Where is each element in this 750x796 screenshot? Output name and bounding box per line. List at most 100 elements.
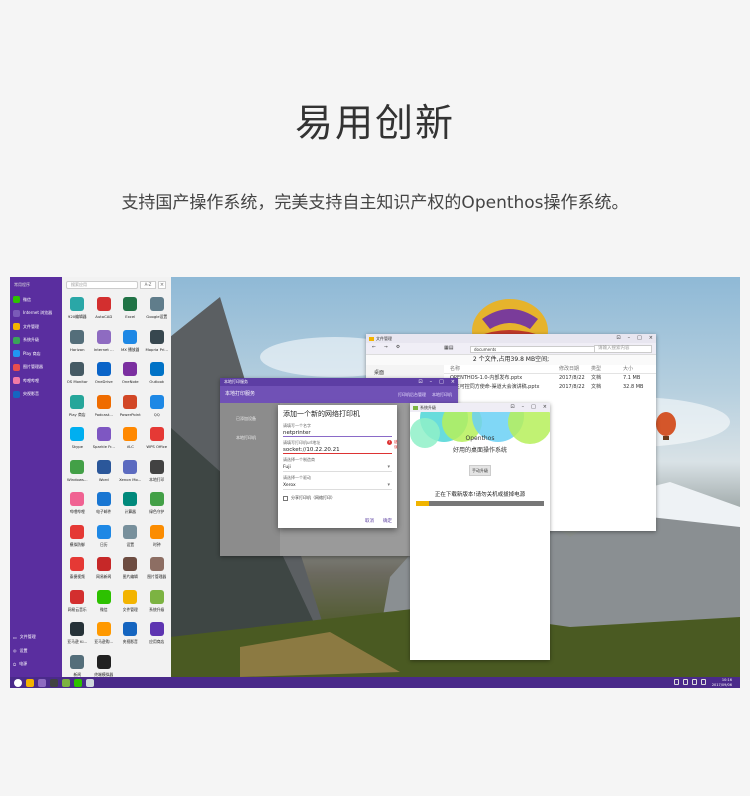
print-service-titlebar[interactable]: 本地打印服务 ⊡ – □ × xyxy=(220,378,458,386)
upgrade-taskbar-icon[interactable] xyxy=(62,678,70,687)
app-tile[interactable]: Excel xyxy=(117,295,144,328)
app-tile[interactable]: Outlook xyxy=(144,360,171,393)
column-size[interactable]: 大小 xyxy=(623,365,653,373)
app-tile[interactable]: QQ xyxy=(144,393,171,426)
app-tile[interactable]: 日历 xyxy=(91,523,118,556)
app-tile[interactable]: Horizon xyxy=(64,328,91,361)
sidebar-item[interactable]: 央视影音 xyxy=(10,388,62,402)
app-tile[interactable]: 电子邮件 xyxy=(91,490,118,523)
app-tile[interactable]: 绿色守护 xyxy=(144,490,171,523)
upgrade-titlebar[interactable]: 系统升级 ⊡ – □ × xyxy=(410,403,550,412)
sidebar-item[interactable]: 系统升级 xyxy=(10,334,62,348)
manual-upgrade-button[interactable]: 手动升级 xyxy=(469,465,491,476)
volume-icon[interactable] xyxy=(683,679,688,685)
maximize-button[interactable]: □ xyxy=(637,334,642,343)
column-date[interactable]: 修改日期 xyxy=(559,365,591,373)
back-icon[interactable]: ← xyxy=(372,345,376,350)
app-tile[interactable]: Sparkle Fr... xyxy=(91,425,118,458)
file-manager-titlebar[interactable]: 文件管理 ⊡ – □ × xyxy=(366,334,656,343)
app-tile[interactable]: 网易新闻 xyxy=(91,555,118,588)
app-tile[interactable]: 920编辑器 xyxy=(64,295,91,328)
app-tile[interactable]: 设置 xyxy=(117,523,144,556)
app-tile[interactable]: 计算器 xyxy=(117,490,144,523)
ok-button[interactable]: 确定 xyxy=(383,518,392,524)
app-tile[interactable]: 模拟防御 xyxy=(64,523,91,556)
app-tile[interactable]: MX 播放器 xyxy=(117,328,144,361)
app-tile[interactable]: Play 商店 xyxy=(64,393,91,426)
app-tile[interactable]: 亚马逊购... xyxy=(91,620,118,653)
sidebar-bottom-item[interactable]: ◎ 设置 xyxy=(10,644,62,658)
printer-taskbar-icon[interactable] xyxy=(50,678,58,687)
app-tile[interactable]: 网易云音乐 xyxy=(64,588,91,621)
terminal-taskbar-icon[interactable] xyxy=(86,678,94,687)
app-tile[interactable]: 央视影音 xyxy=(117,620,144,653)
app-tile[interactable]: VLC xyxy=(117,425,144,458)
printer-admin-link[interactable]: 打印机后台管理 xyxy=(398,386,426,403)
notification-icon[interactable] xyxy=(701,679,706,685)
start-menu-icon[interactable] xyxy=(14,678,22,687)
file-manager-taskbar-icon[interactable] xyxy=(26,678,34,687)
sidebar-item[interactable]: 文件管理 xyxy=(10,320,62,334)
app-tile[interactable]: Internet ... xyxy=(91,328,118,361)
pin-icon[interactable]: ⊡ xyxy=(616,334,620,343)
printer-name-field[interactable]: netprinter xyxy=(283,429,392,437)
app-tile[interactable]: 图片管理器 xyxy=(144,555,171,588)
minimize-button[interactable]: – xyxy=(522,403,525,412)
minimize-button[interactable]: – xyxy=(430,378,433,386)
printer-url-field[interactable]: socket://10.22.20.21 xyxy=(283,446,392,454)
local-printer-link[interactable]: 本地打印机 xyxy=(432,386,452,403)
app-tile[interactable]: AutoCAD xyxy=(91,295,118,328)
sidebar-item[interactable]: 微信 xyxy=(10,293,62,307)
browser-taskbar-icon[interactable] xyxy=(38,678,46,687)
app-tile[interactable]: 哔哩哔哩 xyxy=(64,490,91,523)
forward-icon[interactable]: → xyxy=(384,345,388,350)
driver-select[interactable]: Xerox xyxy=(283,481,392,490)
app-tile[interactable]: 图片编辑 xyxy=(117,555,144,588)
app-tile[interactable]: Skype xyxy=(64,425,91,458)
app-tile[interactable]: 应用商店 xyxy=(144,620,171,653)
sidebar-bottom-item[interactable]: ⏻ 电源 xyxy=(10,658,62,672)
maker-select[interactable]: Fuji xyxy=(283,463,392,472)
sidebar-item[interactable]: 哔哩哔哩 xyxy=(10,374,62,388)
minimize-button[interactable]: – xyxy=(628,334,631,343)
app-tile[interactable]: 文件管理 xyxy=(117,588,144,621)
app-tile[interactable]: Podcast... xyxy=(91,393,118,426)
app-tile[interactable]: 系统升级 xyxy=(144,588,171,621)
wechat-taskbar-icon[interactable] xyxy=(74,678,82,687)
sidebar-item[interactable]: Internet 浏览器 xyxy=(10,307,62,321)
search-input[interactable]: 请输入搜索内容 xyxy=(594,345,652,353)
app-tile[interactable]: OS Monitor xyxy=(64,360,91,393)
sidebar-item-added-devices[interactable]: 已添加设备 xyxy=(220,403,280,422)
column-type[interactable]: 类型 xyxy=(591,365,623,373)
network-icon[interactable] xyxy=(692,679,697,685)
view-toggle-icon[interactable]: ▦▤ xyxy=(444,345,453,351)
table-row[interactable]: ...主可控同方使命-渠道大会演讲稿.pptx 2017/8/22 文档 32.… xyxy=(444,383,656,392)
sort-button[interactable]: A-Z xyxy=(140,281,156,289)
app-tile[interactable]: Word xyxy=(91,458,118,491)
pin-icon[interactable]: ⊡ xyxy=(510,403,514,412)
app-tile[interactable]: 微信 xyxy=(91,588,118,621)
sidebar-item[interactable]: 图片管理器 xyxy=(10,361,62,375)
app-tile[interactable]: OneNote xyxy=(117,360,144,393)
app-tile[interactable]: WPS Office xyxy=(144,425,171,458)
column-name[interactable]: 名称 xyxy=(444,365,559,373)
maximize-button[interactable]: □ xyxy=(439,378,444,386)
app-tile[interactable]: 时钟 xyxy=(144,523,171,556)
app-tile[interactable]: Xenon Mo... xyxy=(117,458,144,491)
sidebar-bottom-item[interactable]: ▭ 文件管理 xyxy=(10,631,62,645)
app-tile[interactable]: 泰捷视频 xyxy=(64,555,91,588)
clock[interactable]: 10:16 2017/09/06 xyxy=(712,678,732,687)
app-tile[interactable]: Google设置 xyxy=(144,295,171,328)
pin-icon[interactable]: ⊡ xyxy=(418,378,422,386)
app-tile[interactable]: Windows... xyxy=(64,458,91,491)
close-button[interactable]: × xyxy=(543,403,547,412)
app-tile[interactable]: 亚马逊 Ki... xyxy=(64,620,91,653)
maximize-button[interactable]: □ xyxy=(531,403,536,412)
app-tile[interactable]: Mopria Pri... xyxy=(144,328,171,361)
sidebar-item[interactable]: Play 商店 xyxy=(10,347,62,361)
battery-icon[interactable] xyxy=(674,679,679,685)
cancel-button[interactable]: 取消 xyxy=(365,518,374,524)
share-printer-checkbox[interactable]: 分享打印机（网络打印） xyxy=(283,495,392,501)
close-icon[interactable]: × xyxy=(158,281,166,289)
table-row[interactable]: OPENTHOS-1.0-内部发布.pptx 2017/8/22 文档 7.1 … xyxy=(444,374,656,383)
